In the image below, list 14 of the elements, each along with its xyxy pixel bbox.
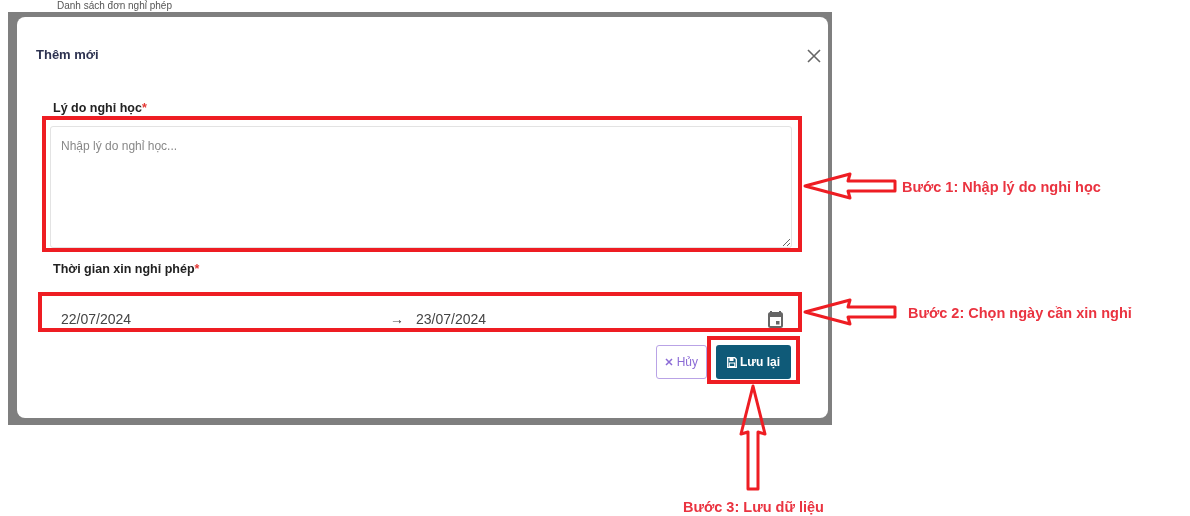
cancel-button[interactable]: Hủy <box>655 345 707 379</box>
close-icon <box>664 358 673 366</box>
field-label: Thời gian xin nghỉ phép* <box>53 262 200 276</box>
date-range-field[interactable]: 22/07/2024 → 23/07/2024 <box>43 300 795 332</box>
save-button[interactable]: Lưu lại <box>715 345 791 379</box>
calendar-icon[interactable] <box>768 311 783 328</box>
close-icon[interactable] <box>806 48 822 64</box>
page-heading: Danh sách đơn nghỉ phép <box>56 0 173 12</box>
field-label: Lý do nghỉ học* <box>53 101 147 115</box>
annotation-label: Bước 1: Nhập lý do nghỉ học <box>902 178 1101 196</box>
dialog-title: Thêm mới <box>36 46 99 64</box>
reason-textarea[interactable]: Nhập lý do nghỉ học... <box>50 126 792 248</box>
annotation-label: Bước 2: Chọn ngày cần xin nghỉ <box>908 304 1132 322</box>
annotation-label: Bước 3: Lưu dữ liệu <box>683 498 824 516</box>
